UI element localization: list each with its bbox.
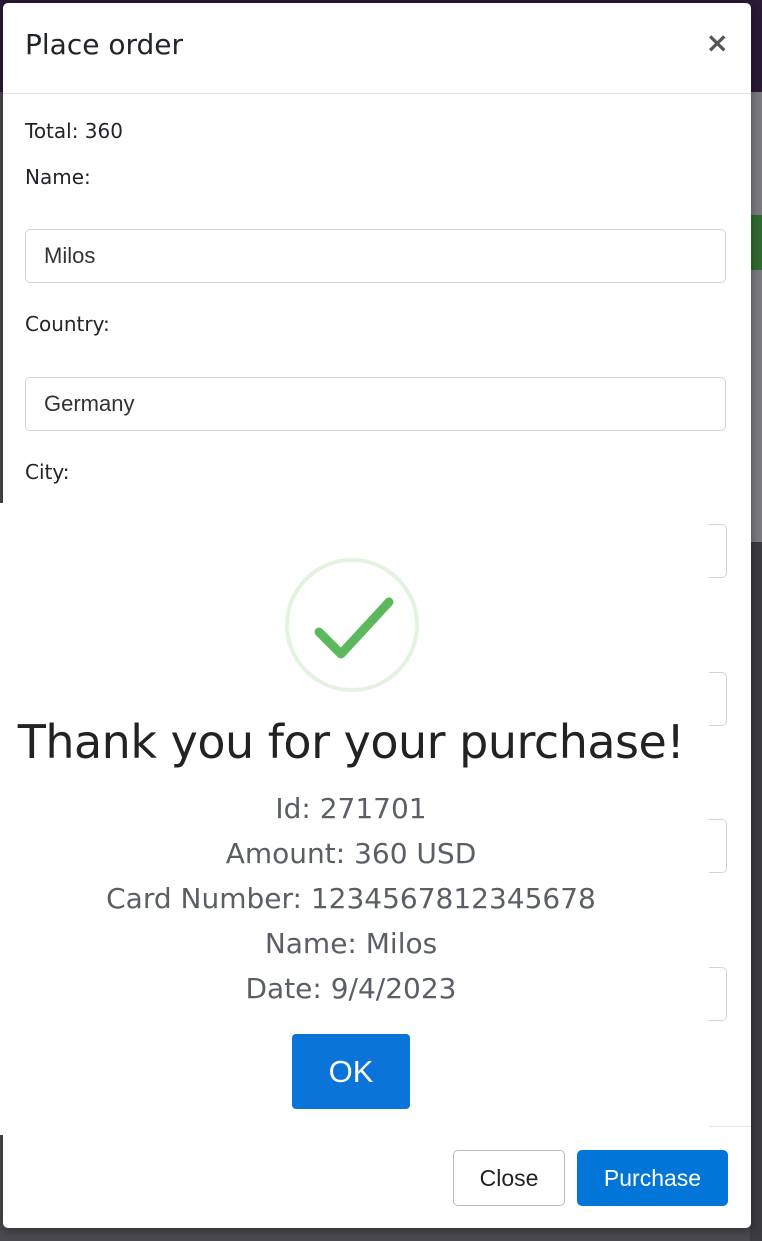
total-label: Total: 360 — [25, 119, 123, 143]
order-id: Id: 271701 — [275, 792, 427, 825]
order-details: Id: 271701 Amount: 360 USD Card Number: … — [0, 786, 702, 1011]
modal-header: Place order × — [3, 3, 751, 94]
country-label: Country: — [25, 312, 110, 336]
background-green-button — [750, 215, 762, 270]
order-date: Date: 9/4/2023 — [245, 972, 457, 1005]
close-icon[interactable]: × — [706, 29, 729, 57]
modal-title: Place order — [25, 28, 184, 61]
order-amount: Amount: 360 USD — [225, 837, 477, 870]
order-name: Name: Milos — [264, 927, 438, 960]
ok-button[interactable]: OK — [292, 1034, 410, 1109]
modal-footer: Close Purchase — [3, 1126, 751, 1229]
order-card-number: Card Number: 1234567812345678 — [106, 882, 596, 915]
name-input[interactable] — [25, 229, 726, 283]
city-label: City: — [25, 460, 70, 484]
alert-title: Thank you for your purchase! — [17, 715, 685, 769]
purchase-button[interactable]: Purchase — [577, 1150, 728, 1206]
country-input[interactable] — [25, 377, 726, 431]
success-check-icon — [285, 558, 419, 692]
purchase-success-alert: Thank you for your purchase! Id: 271701 … — [0, 503, 709, 1135]
checkmark-icon — [314, 597, 394, 659]
name-label: Name: — [25, 165, 91, 189]
background-panel — [750, 92, 762, 542]
close-button[interactable]: Close — [453, 1150, 565, 1206]
